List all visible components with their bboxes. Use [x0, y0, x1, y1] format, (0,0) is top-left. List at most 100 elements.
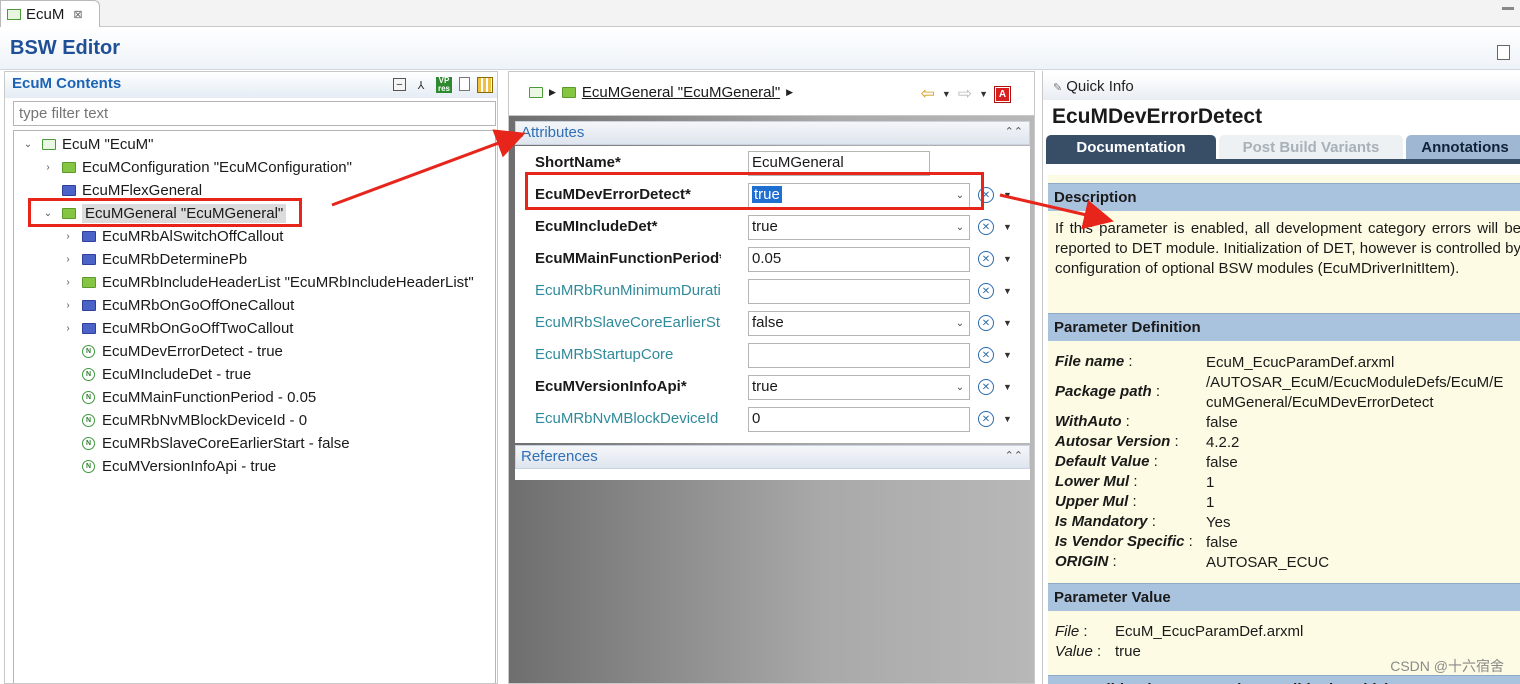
document-icon[interactable] — [1497, 45, 1510, 60]
hierarchy-icon[interactable]: ⅄ — [413, 77, 429, 93]
attributes-section-header[interactable]: Attributes ⌃⌃ — [515, 121, 1030, 145]
tree-item[interactable]: N EcuMVersionInfoApi - true — [62, 455, 276, 478]
chevron-right-icon[interactable]: › — [62, 231, 74, 242]
value-key: File : — [1055, 623, 1088, 640]
attribute-combo[interactable]: true ⌄ — [748, 375, 970, 400]
chevron-down-icon[interactable]: ▼ — [1003, 222, 1012, 232]
forward-icon[interactable]: ⇨ — [958, 84, 972, 104]
chevron-down-icon[interactable]: ▼ — [1003, 350, 1012, 360]
reset-icon[interactable]: ✕ — [978, 411, 994, 427]
tree-item[interactable]: N EcuMRbNvMBlockDeviceId - 0 — [62, 409, 307, 432]
reset-icon[interactable]: ✕ — [978, 315, 994, 331]
definition-value: /AUTOSAR_EcuM/EcucModuleDefs/EcuM/E cuMG… — [1206, 374, 1504, 411]
chevron-down-icon[interactable]: ⌄ — [951, 376, 969, 399]
definition-value: Yes — [1206, 514, 1231, 531]
reset-icon[interactable]: ✕ — [978, 219, 994, 235]
chevron-right-icon[interactable]: ▶ — [549, 87, 556, 98]
attribute-label: EcuMRbNvMBlockDeviceId — [535, 410, 719, 427]
chevron-down-icon[interactable]: ▼ — [1003, 414, 1012, 424]
attributes-panel: ▶ EcuMGeneral "EcuMGeneral" ▶ ⇦ ▼ ⇨ ▼ A … — [508, 71, 1035, 684]
reset-icon[interactable]: ✕ — [978, 187, 994, 203]
definition-key-text: Default Value — [1055, 453, 1150, 470]
tab-documentation[interactable]: Documentation — [1046, 135, 1216, 159]
navigation-toolbar: ⇦ ▼ ⇨ ▼ A — [921, 84, 1011, 104]
reset-icon[interactable]: ✕ — [978, 347, 994, 363]
attribute-combo[interactable]: true ⌄ — [748, 215, 970, 240]
reset-icon[interactable]: ✕ — [978, 379, 994, 395]
chevron-down-icon[interactable]: ⌄ — [951, 312, 969, 335]
pin-icon[interactable]: ✎ — [1053, 82, 1062, 94]
reset-icon[interactable]: ✕ — [978, 283, 994, 299]
definition-key-text: Upper Mul — [1055, 493, 1129, 510]
chevron-right-icon[interactable]: › — [62, 323, 74, 334]
chevron-right-icon[interactable]: › — [42, 162, 54, 173]
variant-icon[interactable]: VP res — [436, 77, 452, 93]
tree-item[interactable]: ⌄ EcuM "EcuM" — [22, 133, 154, 156]
tree-item[interactable]: › EcuMRbDeterminePb — [62, 248, 247, 271]
definition-key-text: Package path — [1055, 383, 1152, 400]
table-icon[interactable] — [477, 77, 493, 93]
chevron-right-icon[interactable]: › — [62, 277, 74, 288]
definition-key: Upper Mul : — [1055, 493, 1137, 510]
blue-folder-icon — [82, 231, 96, 242]
minimize-icon[interactable] — [1502, 7, 1514, 10]
chevron-right-icon[interactable]: › — [62, 254, 74, 265]
filter-input[interactable] — [13, 101, 496, 126]
tree-item[interactable]: › EcuMRbOnGoOffOneCallout — [62, 294, 294, 317]
tree-item[interactable]: › EcuMRbOnGoOffTwoCallout — [62, 317, 293, 340]
tree-item[interactable]: › EcuMConfiguration "EcuMConfiguration" — [42, 156, 352, 179]
tree-item[interactable]: N EcuMIncludeDet - true — [62, 363, 251, 386]
tree-item[interactable]: N EcuMDevErrorDetect - true — [62, 340, 283, 363]
chevron-down-icon[interactable]: ▼ — [979, 89, 988, 99]
attribute-field[interactable] — [748, 279, 970, 304]
attribute-field[interactable]: 0 — [748, 407, 970, 432]
definition-key: Is Vendor Specific : — [1055, 533, 1193, 550]
collapse-icon[interactable]: ⌃⌃ — [1005, 449, 1023, 462]
chevron-down-icon[interactable]: ▼ — [1003, 190, 1012, 200]
collapse-all-icon[interactable]: − — [393, 78, 406, 91]
collapse-icon[interactable]: ⌃⌃ — [1005, 125, 1023, 138]
chevron-down-icon[interactable]: ▼ — [1003, 382, 1012, 392]
definition-key: Package path : — [1055, 383, 1161, 400]
attribute-field[interactable] — [748, 343, 970, 368]
attribute-combo[interactable]: true ⌄ — [748, 183, 970, 208]
definition-key-text: WithAuto — [1055, 413, 1122, 430]
breadcrumb-item[interactable]: EcuMGeneral "EcuMGeneral" — [582, 84, 780, 101]
attribute-combo[interactable]: false ⌄ — [748, 311, 970, 336]
chevron-down-icon[interactable]: ▼ — [1003, 254, 1012, 264]
chevron-down-icon[interactable]: ⌄ — [22, 139, 34, 150]
attribute-label: EcuMIncludeDet* — [535, 218, 658, 235]
references-body — [515, 469, 1030, 480]
chevron-down-icon[interactable]: ⌄ — [951, 184, 969, 207]
attribute-field[interactable]: 0.05 — [748, 247, 970, 272]
tab-post-build-variants[interactable]: Post Build Variants — [1219, 135, 1403, 159]
reset-icon[interactable]: ✕ — [978, 251, 994, 267]
chevron-down-icon[interactable]: ▼ — [1003, 318, 1012, 328]
close-icon[interactable]: ⊠ — [73, 8, 82, 21]
acrobat-icon[interactable]: A — [994, 85, 1011, 103]
document-icon[interactable] — [459, 77, 470, 91]
back-icon[interactable]: ⇦ — [921, 84, 935, 104]
tree-item[interactable]: › EcuMRbAlSwitchOffCallout — [62, 225, 283, 248]
chevron-right-icon[interactable]: ▶ — [786, 87, 793, 98]
tree-item[interactable]: › EcuMRbIncludeHeaderList "EcuMRbIncludeH… — [62, 271, 473, 294]
chevron-down-icon[interactable]: ▼ — [1003, 286, 1012, 296]
quick-info-tabs: Documentation Post Build Variants Annota… — [1046, 135, 1520, 159]
tree-item[interactable]: N EcuMMainFunctionPeriod - 0.05 — [62, 386, 316, 409]
attribute-value: true — [752, 186, 782, 203]
tab-ecum[interactable]: EcuM ⊠ — [0, 0, 100, 27]
tab-annotations[interactable]: Annotations — [1406, 135, 1520, 159]
definition-value: 4.2.2 — [1206, 434, 1240, 451]
tree-item[interactable]: EcuMFlexGeneral — [42, 179, 202, 202]
tree-item[interactable]: N EcuMRbSlaveCoreEarlierStart - false — [62, 432, 350, 455]
tree-item[interactable]: ⌄ EcuMGeneral "EcuMGeneral" — [42, 202, 287, 225]
chevron-down-icon[interactable]: ⌄ — [951, 216, 969, 239]
attribute-field[interactable]: EcuMGeneral — [748, 151, 930, 176]
tree-item-label: EcuMGeneral "EcuMGeneral" — [82, 204, 287, 223]
tree-item-label: EcuMRbAlSwitchOffCallout — [102, 228, 284, 245]
chevron-down-icon[interactable]: ▼ — [942, 89, 951, 99]
chevron-down-icon[interactable]: ⌄ — [42, 208, 54, 219]
chevron-right-icon[interactable]: › — [62, 300, 74, 311]
tree-item-label: EcuMIncludeDet - true — [102, 366, 252, 383]
references-section-header[interactable]: References ⌃⌃ — [515, 445, 1030, 469]
